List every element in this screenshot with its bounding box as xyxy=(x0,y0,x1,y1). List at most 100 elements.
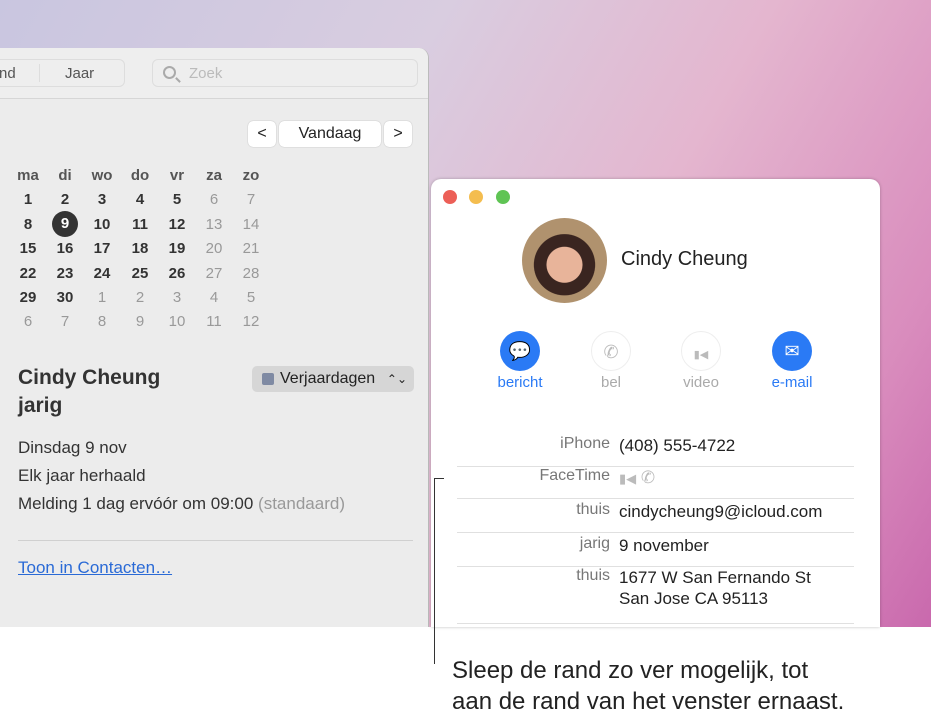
e-mail-label: e-mail xyxy=(771,374,813,391)
day-cell[interactable]: 2 xyxy=(125,289,155,306)
day-cell[interactable]: 23 xyxy=(50,265,80,282)
today-button[interactable]: Vandaag xyxy=(279,121,381,147)
day-cell[interactable]: 30 xyxy=(50,289,80,306)
day-cell[interactable]: 12 xyxy=(162,216,192,233)
chevron-updown-icon: ⌃⌄ xyxy=(386,372,407,386)
day-cell[interactable]: 11 xyxy=(199,313,229,330)
video-icon[interactable]: ▮◀ xyxy=(619,471,636,486)
day-cell[interactable]: 6 xyxy=(13,313,43,330)
day-cell[interactable]: 13 xyxy=(199,216,229,233)
event-title-line1: Cindy Cheung xyxy=(18,366,161,389)
day-cell[interactable]: 22 xyxy=(13,265,43,282)
bericht-label: bericht xyxy=(497,374,543,391)
bel-button[interactable]: ✆ xyxy=(591,331,631,371)
event-title: Cindy Cheung jarig xyxy=(18,364,160,420)
day-cell[interactable]: 12 xyxy=(236,313,266,330)
view-segmented-control[interactable]: nd Jaar xyxy=(0,59,125,87)
day-cell[interactable]: 8 xyxy=(87,313,117,330)
field-value[interactable]: 9 november xyxy=(619,535,709,556)
day-cell[interactable]: 29 xyxy=(13,289,43,306)
weekday-header: do xyxy=(130,167,150,184)
contact-field-row: thuis 1677 W San Fernando St San Jose CA 9… xyxy=(457,567,854,624)
day-cell[interactable]: 4 xyxy=(125,191,155,208)
day-cell[interactable]: 28 xyxy=(236,265,266,282)
caption: Sleep de rand zo ver mogelijk, tot aan de… xyxy=(452,655,844,717)
day-cell[interactable]: 11 xyxy=(125,216,155,233)
event-alert: Melding 1 dag ervóór om 09:00 xyxy=(18,494,254,513)
field-label: iPhone xyxy=(560,435,610,452)
divider xyxy=(39,64,40,82)
calendar-color-swatch xyxy=(262,373,274,385)
mail-icon: ✉ xyxy=(784,341,800,361)
divider xyxy=(18,540,413,541)
tab-year[interactable]: Jaar xyxy=(65,65,94,82)
day-cell[interactable]: 8 xyxy=(13,216,43,233)
day-cell[interactable]: 2 xyxy=(50,191,80,208)
e-mail-button[interactable]: ✉ xyxy=(772,331,812,371)
day-cell[interactable]: 17 xyxy=(87,240,117,257)
day-cell[interactable]: 7 xyxy=(236,191,266,208)
video-icon: ▮◀ xyxy=(693,349,709,361)
event-date: Dinsdag 9 nov xyxy=(18,438,127,457)
day-cell[interactable]: 10 xyxy=(87,216,117,233)
field-label: thuis xyxy=(576,567,610,584)
field-value[interactable]: ▮◀ ✆ xyxy=(619,467,655,489)
day-cell[interactable]: 10 xyxy=(162,313,192,330)
contact-field-row: FaceTime ▮◀ ✆ xyxy=(457,467,854,499)
day-cell[interactable]: 27 xyxy=(199,265,229,282)
day-cell[interactable]: 1 xyxy=(13,191,43,208)
search-input[interactable]: Zoek xyxy=(152,59,418,87)
next-button[interactable]: > xyxy=(384,121,412,147)
day-cell[interactable]: 9 xyxy=(52,211,78,237)
day-cell[interactable]: 21 xyxy=(236,240,266,257)
video-button[interactable]: ▮◀ xyxy=(681,331,721,371)
phone-icon[interactable]: ✆ xyxy=(641,468,655,487)
phone-icon: ✆ xyxy=(603,342,619,362)
contact-field-row: jarig 9 november xyxy=(457,535,854,567)
weekday-header: di xyxy=(58,167,72,184)
day-cell[interactable]: 1 xyxy=(87,289,117,306)
zoom-button[interactable] xyxy=(496,190,510,204)
weekday-header: za xyxy=(206,167,222,184)
field-value[interactable]: (408) 555-4722 xyxy=(619,435,735,456)
calendar-window: nd Jaar Zoek < Vandaag > ma di wo do vr za zo 1… xyxy=(0,48,429,627)
tab-month[interactable]: nd xyxy=(0,65,16,82)
calendar-toolbar: nd Jaar Zoek xyxy=(0,48,428,99)
day-cell[interactable]: 18 xyxy=(125,240,155,257)
day-cell[interactable]: 25 xyxy=(125,265,155,282)
caption-line2: aan de rand van het venster ernaast. xyxy=(452,688,845,715)
bel-label: bel xyxy=(600,374,622,391)
bericht-button[interactable]: 💬 xyxy=(500,331,540,371)
close-button[interactable] xyxy=(443,190,457,204)
show-in-contacts-link[interactable]: Toon in Contacten… xyxy=(18,558,172,578)
day-cell[interactable]: 19 xyxy=(162,240,192,257)
field-value[interactable]: cindycheung9@icloud.com xyxy=(619,501,822,522)
event-alert-note: (standaard) xyxy=(258,494,345,513)
day-cell[interactable]: 20 xyxy=(199,240,229,257)
field-value[interactable]: 1677 W San Fernando St San Jose CA 95113 xyxy=(619,567,811,609)
day-cell[interactable]: 16 xyxy=(50,240,80,257)
calendar-select[interactable]: Verjaardagen ⌃⌄ xyxy=(252,366,414,392)
video-label: video xyxy=(683,374,719,391)
contact-field-row: iPhone (408) 555-4722 xyxy=(457,435,854,467)
caption-line1: Sleep de rand zo ver mogelijk, tot xyxy=(452,657,809,684)
weekday-header: zo xyxy=(242,167,260,184)
minimize-button[interactable] xyxy=(469,190,483,204)
day-cell[interactable]: 26 xyxy=(162,265,192,282)
prev-button[interactable]: < xyxy=(248,121,276,147)
field-label: thuis xyxy=(576,501,610,518)
day-cell[interactable]: 15 xyxy=(13,240,43,257)
day-cell[interactable]: 3 xyxy=(87,191,117,208)
day-cell[interactable]: 4 xyxy=(199,289,229,306)
calendar-select-value: Verjaardagen xyxy=(280,370,376,387)
day-cell[interactable]: 5 xyxy=(236,289,266,306)
day-cell[interactable]: 6 xyxy=(199,191,229,208)
day-cell[interactable]: 5 xyxy=(162,191,192,208)
day-cell[interactable]: 9 xyxy=(125,313,155,330)
contact-field-row: thuis cindycheung9@icloud.com xyxy=(457,501,854,533)
day-cell[interactable]: 7 xyxy=(50,313,80,330)
day-cell[interactable]: 24 xyxy=(87,265,117,282)
search-icon xyxy=(163,66,176,79)
day-cell[interactable]: 14 xyxy=(236,216,266,233)
day-cell[interactable]: 3 xyxy=(162,289,192,306)
